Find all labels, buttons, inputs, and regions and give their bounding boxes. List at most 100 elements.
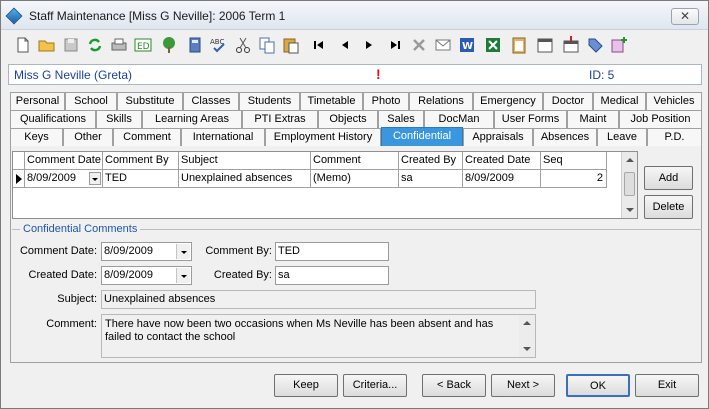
cell-comment[interactable]: (Memo) [311,170,399,188]
next-button[interactable]: Next > [491,374,555,397]
tab-keys[interactable]: Keys [10,128,63,146]
comment-memo-text: There have now been two occasions when M… [105,318,494,343]
created-date-field[interactable]: 8/09/2009 [101,266,192,285]
tab-pti-extras[interactable]: PTI Extras [242,110,318,128]
copy-icon[interactable] [257,35,277,55]
open-folder-icon[interactable] [37,35,57,55]
word-icon[interactable]: W [457,35,477,55]
comment-date-field[interactable]: 8/09/2009 [101,242,192,261]
email-icon[interactable] [433,35,453,55]
clipboard-icon[interactable] [509,35,529,55]
tab-pd[interactable]: P.D. [647,128,702,146]
back-button[interactable]: < Back [422,374,486,397]
tab-confidential[interactable]: Confidential [381,127,463,147]
delete-button[interactable]: Delete [644,195,693,219]
criteria-button[interactable]: Criteria... [343,374,407,397]
paste-icon[interactable] [281,35,301,55]
calculator-icon[interactable] [185,35,205,55]
cell-subject[interactable]: Unexplained absences [179,170,311,188]
tab-other[interactable]: Other [63,128,113,146]
col-subject[interactable]: Subject [179,152,311,170]
tree-icon[interactable] [159,35,179,55]
add-button[interactable]: Add [644,166,693,190]
tab-employment-history[interactable]: Employment History [265,128,381,146]
tab-substitute[interactable]: Substitute [117,92,183,110]
tab-learning-areas[interactable]: Learning Areas [142,110,242,128]
last-record-icon[interactable] [385,35,405,55]
tag-icon[interactable] [585,35,605,55]
tab-sales[interactable]: Sales [378,110,424,128]
created-by-field[interactable]: sa [275,266,389,285]
tab-qualifications[interactable]: Qualifications [10,110,96,128]
row-selector[interactable] [13,170,25,188]
calendar-delete-icon[interactable] [561,35,581,55]
tab-classes[interactable]: Classes [183,92,239,110]
excel-icon[interactable] [483,35,503,55]
tab-personal[interactable]: Personal [10,92,65,110]
col-comment[interactable]: Comment [311,152,399,170]
scroll-down-icon[interactable] [523,347,531,351]
tab-leave[interactable]: Leave [597,128,647,146]
tab-skills[interactable]: Skills [96,110,142,128]
chevron-down-icon[interactable] [176,268,190,283]
col-seq[interactable]: Seq [541,152,607,170]
spellcheck-icon[interactable]: ABC [209,35,229,55]
save-icon[interactable] [61,35,81,55]
tab-medical[interactable]: Medical [593,92,646,110]
first-record-icon[interactable] [309,35,329,55]
tab-user-forms[interactable]: User Forms [494,110,567,128]
tab-objects[interactable]: Objects [318,110,378,128]
col-comment-by[interactable]: Comment By [103,152,179,170]
scroll-down-icon[interactable] [626,208,634,212]
subject-field[interactable]: Unexplained absences [101,290,536,309]
memo-scrollbar[interactable] [519,315,535,357]
cell-created-date[interactable]: 8/09/2009 [463,170,541,188]
ok-button[interactable]: OK [566,374,630,397]
tab-photo[interactable]: Photo [363,92,409,110]
col-created-by[interactable]: Created By [399,152,463,170]
comment-by-field[interactable]: TED [275,242,389,261]
comments-grid[interactable]: Comment Date Comment By Subject Comment … [12,151,638,219]
new-document-icon[interactable] [13,35,33,55]
col-comment-date[interactable]: Comment Date [25,152,103,170]
col-created-date[interactable]: Created Date [463,152,541,170]
cut-icon[interactable] [233,35,253,55]
tab-absences[interactable]: Absences [533,128,597,146]
tab-appraisals[interactable]: Appraisals [463,128,533,146]
cell-comment-date[interactable]: 8/09/2009 [25,170,103,188]
tab-maint[interactable]: Maint [567,110,619,128]
tab-docman[interactable]: DocMan [424,110,494,128]
tab-school[interactable]: School [65,92,117,110]
exit-button[interactable]: Exit [635,374,699,397]
cell-seq[interactable]: 2 [541,170,607,188]
chevron-down-icon[interactable] [89,172,101,185]
close-button[interactable]: ✕ [671,8,699,25]
scroll-up-icon[interactable] [523,321,531,325]
cell-created-by[interactable]: sa [399,170,463,188]
refresh-icon[interactable] [85,35,105,55]
table-row[interactable]: 8/09/2009 TED Unexplained absences (Memo… [13,170,621,188]
comment-memo[interactable]: There have now been two occasions when M… [101,314,536,358]
tab-comment[interactable]: Comment [113,128,181,146]
chevron-down-icon[interactable] [176,244,190,259]
delete-icon[interactable] [409,35,429,55]
cell-comment-by[interactable]: TED [103,170,179,188]
keep-button[interactable]: Keep [274,374,338,397]
add-note-icon[interactable] [609,35,629,55]
grid-scrollbar[interactable] [621,152,637,218]
print-icon[interactable] [109,35,129,55]
scroll-thumb[interactable] [624,172,635,196]
tab-relations[interactable]: Relations [409,92,473,110]
calendar-icon[interactable] [535,35,555,55]
tab-students[interactable]: Students [239,92,300,110]
next-record-icon[interactable] [359,35,379,55]
tab-vehicles[interactable]: Vehicles [646,92,702,110]
edit-icon[interactable]: ED [133,35,153,55]
scroll-up-icon[interactable] [626,158,634,162]
tab-emergency[interactable]: Emergency [473,92,543,110]
previous-record-icon[interactable] [335,35,355,55]
tab-timetable[interactable]: Timetable [300,92,363,110]
tab-international[interactable]: International [181,128,265,146]
tab-job-position[interactable]: Job Position [619,110,702,128]
tab-doctor[interactable]: Doctor [543,92,593,110]
